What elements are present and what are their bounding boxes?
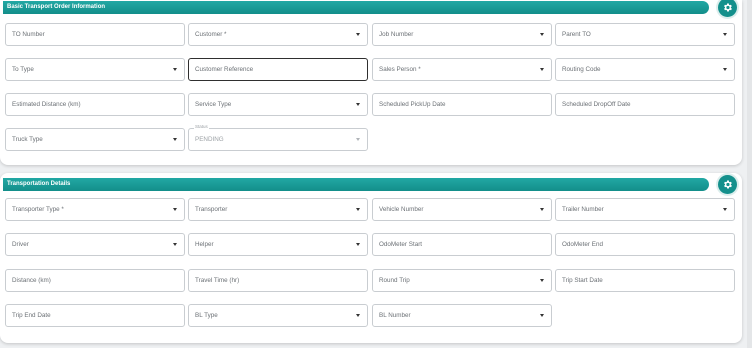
trailer-number-select[interactable]: Trailer Number xyxy=(555,198,735,221)
status-value: PENDING xyxy=(195,136,224,143)
parent-to-select[interactable]: Parent TO xyxy=(555,23,735,46)
chevron-down-icon xyxy=(173,68,177,71)
vehicle-number-label: Vehicle Number xyxy=(379,206,424,213)
chevron-down-icon xyxy=(356,243,360,246)
travel-time-placeholder: Travel Time (hr) xyxy=(195,277,240,284)
to-number-input[interactable]: TO Number xyxy=(5,23,185,46)
customer-label: Customer * xyxy=(195,31,227,38)
gear-icon xyxy=(724,3,732,12)
transporter-select[interactable]: Transporter xyxy=(188,198,368,221)
chevron-down-icon xyxy=(173,138,177,141)
scrollbar-track[interactable] xyxy=(747,0,752,348)
job-number-select[interactable]: Job Number xyxy=(372,23,552,46)
parent-to-label: Parent TO xyxy=(562,31,591,38)
chevron-down-icon xyxy=(356,33,360,36)
bl-type-select[interactable]: BL Type xyxy=(188,304,368,327)
customer-select[interactable]: Customer * xyxy=(188,23,368,46)
chevron-down-icon xyxy=(540,208,544,211)
helper-label: Helper xyxy=(195,241,214,248)
basic-info-card: Basic Transport Order Information TO Num… xyxy=(0,0,742,165)
distance-placeholder: Distance (km) xyxy=(12,277,51,284)
scheduled-dropoff-placeholder: Scheduled DropOff Date xyxy=(562,101,631,108)
sales-person-label: Sales Person * xyxy=(379,66,421,73)
chevron-down-icon xyxy=(356,103,360,106)
bl-number-select[interactable]: BL Number xyxy=(372,304,552,327)
service-type-label: Service Type xyxy=(195,101,232,108)
round-trip-select[interactable]: Round Trip xyxy=(372,269,552,292)
odometer-end-placeholder: OdoMeter End xyxy=(562,241,603,248)
bl-type-label: BL Type xyxy=(195,312,218,319)
distance-input[interactable]: Distance (km) xyxy=(5,269,185,292)
trip-start-date-placeholder: Trip Start Date xyxy=(562,277,603,284)
chevron-down-icon xyxy=(723,208,727,211)
customer-reference-input[interactable]: Customer Reference xyxy=(188,58,368,81)
chevron-down-icon xyxy=(173,243,177,246)
odometer-start-placeholder: OdoMeter Start xyxy=(379,241,423,248)
scheduled-pickup-date-input[interactable]: Scheduled PickUp Date xyxy=(372,93,552,116)
truck-type-select[interactable]: Truck Type xyxy=(5,128,185,151)
driver-select[interactable]: Driver xyxy=(5,233,185,256)
status-select: Status PENDING xyxy=(188,124,368,151)
to-type-label: To Type xyxy=(12,66,34,73)
chevron-down-icon xyxy=(356,138,360,141)
trip-end-date-placeholder: Trip End Date xyxy=(12,312,51,319)
chevron-down-icon xyxy=(723,33,727,36)
routing-code-select[interactable]: Routing Code xyxy=(555,58,735,81)
helper-select[interactable]: Helper xyxy=(188,233,368,256)
transport-details-header: Transportation Details xyxy=(3,178,709,191)
vehicle-number-select[interactable]: Vehicle Number xyxy=(372,198,552,221)
chevron-down-icon xyxy=(540,33,544,36)
chevron-down-icon xyxy=(540,314,544,317)
driver-label: Driver xyxy=(12,241,29,248)
status-floating-label: Status xyxy=(194,124,209,130)
estimated-distance-placeholder: Estimated Distance (km) xyxy=(12,101,81,108)
trip-end-date-input[interactable]: Trip End Date xyxy=(5,304,185,327)
transporter-type-label: Transporter Type * xyxy=(12,206,64,213)
bl-number-label: BL Number xyxy=(379,312,411,319)
transporter-label: Transporter xyxy=(195,206,228,213)
odometer-end-input[interactable]: OdoMeter End xyxy=(555,233,735,256)
basic-info-header: Basic Transport Order Information xyxy=(3,1,709,14)
gear-icon xyxy=(724,180,732,189)
odometer-start-input[interactable]: OdoMeter Start xyxy=(372,233,552,256)
scheduled-pickup-placeholder: Scheduled PickUp Date xyxy=(379,101,446,108)
routing-code-label: Routing Code xyxy=(562,66,601,73)
customer-reference-placeholder: Customer Reference xyxy=(195,66,254,73)
chevron-down-icon xyxy=(356,314,360,317)
round-trip-label: Round Trip xyxy=(379,277,410,284)
transport-settings-button[interactable] xyxy=(718,175,737,194)
transport-details-card: Transportation Details Transporter Type … xyxy=(0,173,742,343)
transporter-type-select[interactable]: Transporter Type * xyxy=(5,198,185,221)
chevron-down-icon xyxy=(540,68,544,71)
chevron-down-icon xyxy=(356,208,360,211)
job-number-label: Job Number xyxy=(379,31,414,38)
truck-type-label: Truck Type xyxy=(12,136,43,143)
to-type-select[interactable]: To Type xyxy=(5,58,185,81)
estimated-distance-input[interactable]: Estimated Distance (km) xyxy=(5,93,185,116)
basic-settings-button[interactable] xyxy=(718,0,737,17)
chevron-down-icon xyxy=(723,68,727,71)
travel-time-input[interactable]: Travel Time (hr) xyxy=(188,269,368,292)
chevron-down-icon xyxy=(173,208,177,211)
chevron-down-icon xyxy=(540,279,544,282)
service-type-select[interactable]: Service Type xyxy=(188,93,368,116)
scheduled-dropoff-date-input[interactable]: Scheduled DropOff Date xyxy=(555,93,735,116)
trailer-number-label: Trailer Number xyxy=(562,206,604,213)
trip-start-date-input[interactable]: Trip Start Date xyxy=(555,269,735,292)
sales-person-select[interactable]: Sales Person * xyxy=(372,58,552,81)
to-number-placeholder: TO Number xyxy=(12,31,45,38)
